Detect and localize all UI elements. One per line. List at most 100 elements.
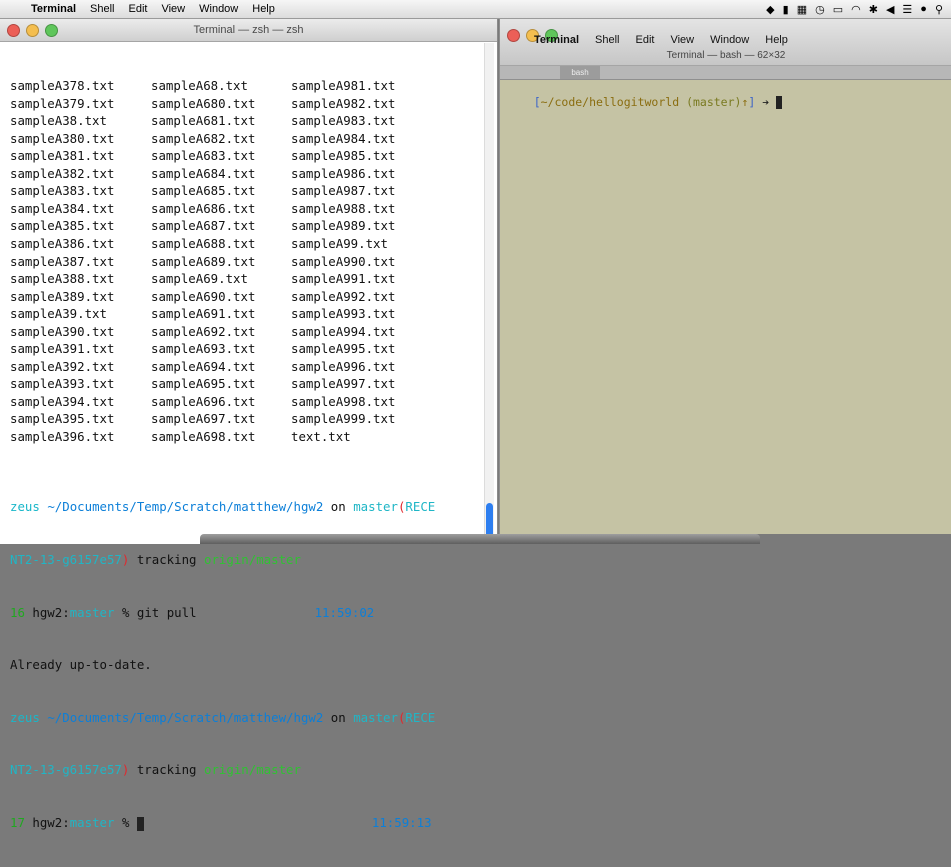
minimize-button[interactable]	[26, 24, 39, 37]
file-list-row: sampleA381.txt sampleA683.txt sampleA985.t…	[10, 147, 484, 165]
window-titlebar[interactable]: Terminal Shell Edit View Window Help Ter…	[500, 19, 951, 66]
status-area: ◆ ▮ ▦ ◷ ▭ ◠ ✱ ◀ ☰ ● ⚲	[766, 0, 943, 18]
file-name: sampleA686.txt	[151, 200, 256, 216]
menu-help[interactable]: Help	[245, 3, 282, 15]
file-name: sampleA695.txt	[151, 376, 256, 392]
terminal-window-zsh[interactable]: Terminal — zsh — zsh sampleA378.txt sampl…	[0, 19, 498, 831]
file-list-row: sampleA388.txt sampleA69.txt sampleA991.tx…	[10, 270, 484, 288]
dropbox-icon[interactable]: ◆	[766, 3, 774, 16]
file-name: text.txt	[291, 429, 351, 445]
bluetooth-icon[interactable]: ✱	[869, 3, 878, 16]
file-name: sampleA690.txt	[151, 288, 256, 304]
file-name: sampleA69.txt	[151, 271, 248, 287]
file-name: sampleA382.txt	[10, 165, 115, 181]
command-line-2[interactable]: 17 hgw2:master % 11:59:13	[10, 814, 484, 832]
user-icon[interactable]: ●	[920, 3, 927, 15]
file-name: sampleA689.txt	[151, 253, 256, 269]
file-name: sampleA697.txt	[151, 411, 256, 427]
command-output: Already up-to-date.	[10, 657, 152, 673]
file-name: sampleA998.txt	[291, 393, 396, 409]
display-icon[interactable]: ▭	[833, 3, 843, 16]
file-name: sampleA68.txt	[151, 78, 248, 94]
menu-window[interactable]: Window	[702, 34, 757, 46]
terminal-output[interactable]: [~/code/hellogitworld (master)↑] ➔	[506, 81, 783, 123]
menu-list-icon[interactable]: ☰	[902, 3, 912, 16]
file-list-row: sampleA391.txt sampleA693.txt sampleA995.t…	[10, 340, 484, 358]
text-cursor	[776, 96, 783, 109]
file-list-row: sampleA379.txt sampleA680.txt sampleA982.t…	[10, 95, 484, 113]
file-list-row: sampleA382.txt sampleA684.txt sampleA986.t…	[10, 165, 484, 183]
file-list-row: sampleA389.txt sampleA690.txt sampleA992.t…	[10, 288, 484, 306]
file-list-row: sampleA394.txt sampleA696.txt sampleA998.t…	[10, 393, 484, 411]
file-name: sampleA388.txt	[10, 271, 115, 287]
prompt-branch: (master)	[686, 95, 742, 109]
file-list-row: sampleA390.txt sampleA692.txt sampleA994.t…	[10, 323, 484, 341]
file-name: sampleA991.txt	[291, 271, 396, 287]
terminal-output[interactable]: sampleA378.txt sampleA68.txt sampleA981.tx…	[10, 42, 484, 831]
file-list-row: sampleA380.txt sampleA682.txt sampleA984.t…	[10, 130, 484, 148]
menu-edit[interactable]: Edit	[122, 3, 155, 15]
file-name: sampleA987.txt	[291, 183, 396, 199]
file-name: sampleA391.txt	[10, 341, 115, 357]
wifi-icon[interactable]: ◠	[851, 3, 861, 16]
file-name: sampleA685.txt	[151, 183, 256, 199]
file-name: sampleA985.txt	[291, 148, 396, 164]
window-titlebar[interactable]: Terminal — zsh — zsh	[0, 19, 497, 42]
file-name: sampleA684.txt	[151, 165, 256, 181]
file-name: sampleA385.txt	[10, 218, 115, 234]
menu-edit[interactable]: Edit	[628, 34, 663, 46]
prompt-path: ~/code/hellogitworld	[540, 95, 680, 109]
file-name: sampleA681.txt	[151, 113, 256, 129]
close-button[interactable]	[7, 24, 20, 37]
command-line-1: 16 hgw2:master % git pull 11:59:02	[10, 604, 375, 620]
file-list-row: sampleA386.txt sampleA688.txt sampleA99.tx…	[10, 235, 484, 253]
file-list-row: sampleA38.txt sampleA681.txt sampleA983.tx…	[10, 112, 484, 130]
terminal-window-bash[interactable]: Terminal Shell Edit View Window Help Ter…	[499, 19, 951, 534]
menu-view[interactable]: View	[662, 34, 702, 46]
file-name: sampleA693.txt	[151, 341, 256, 357]
file-name: sampleA997.txt	[291, 376, 396, 392]
zoom-button[interactable]	[45, 24, 58, 37]
timestamp: 11:59:02	[314, 604, 375, 620]
file-list-row: sampleA387.txt sampleA689.txt sampleA990.t…	[10, 253, 484, 271]
bookmark-icon[interactable]: ▮	[783, 3, 789, 16]
menu-shell[interactable]: Shell	[587, 34, 627, 46]
file-name: sampleA996.txt	[291, 358, 396, 374]
file-name: sampleA39.txt	[10, 306, 107, 322]
time-machine-icon[interactable]: ◷	[815, 3, 825, 16]
apple-icon[interactable]	[518, 34, 526, 46]
file-list-row: sampleA396.txt sampleA698.txt text.txt	[10, 428, 484, 446]
file-list-row: sampleA384.txt sampleA686.txt sampleA988.t…	[10, 200, 484, 218]
file-list-row: sampleA395.txt sampleA697.txt sampleA999.t…	[10, 410, 484, 428]
volume-icon[interactable]: ◀	[886, 3, 894, 16]
file-list-row: sampleA383.txt sampleA685.txt sampleA987.t…	[10, 182, 484, 200]
file-name: sampleA984.txt	[291, 130, 396, 146]
command-text: git pull	[136, 604, 197, 620]
text-cursor	[136, 816, 144, 831]
file-listing: sampleA378.txt sampleA68.txt sampleA981.tx…	[10, 77, 484, 445]
file-name: sampleA993.txt	[291, 306, 396, 322]
file-name: sampleA691.txt	[151, 306, 256, 322]
menu-shell[interactable]: Shell	[83, 3, 121, 15]
file-name: sampleA981.txt	[291, 78, 396, 94]
grid-icon[interactable]: ▦	[797, 3, 807, 16]
file-name: sampleA381.txt	[10, 148, 115, 164]
dock[interactable]	[200, 534, 760, 544]
menu-app-terminal[interactable]: Terminal	[24, 3, 83, 15]
menu-view[interactable]: View	[154, 3, 192, 15]
spotlight-icon[interactable]: ⚲	[935, 3, 943, 16]
prompt-line-2: zeus ~/Documents/Temp/Scratch/matthew/hg…	[10, 709, 436, 725]
file-name: sampleA692.txt	[151, 323, 256, 339]
file-name: sampleA99.txt	[291, 236, 388, 252]
menu-app-terminal[interactable]: Terminal	[526, 34, 587, 46]
tab-bar: bash	[500, 66, 951, 80]
tab-bash[interactable]: bash	[560, 66, 600, 79]
scrollbar[interactable]	[484, 43, 494, 543]
file-name: sampleA396.txt	[10, 429, 115, 445]
file-name: sampleA387.txt	[10, 253, 115, 269]
scrollbar-thumb[interactable]	[486, 503, 493, 537]
file-name: sampleA698.txt	[151, 429, 256, 445]
menu-help[interactable]: Help	[757, 34, 796, 46]
menu-window[interactable]: Window	[192, 3, 245, 15]
file-name: sampleA696.txt	[151, 393, 256, 409]
